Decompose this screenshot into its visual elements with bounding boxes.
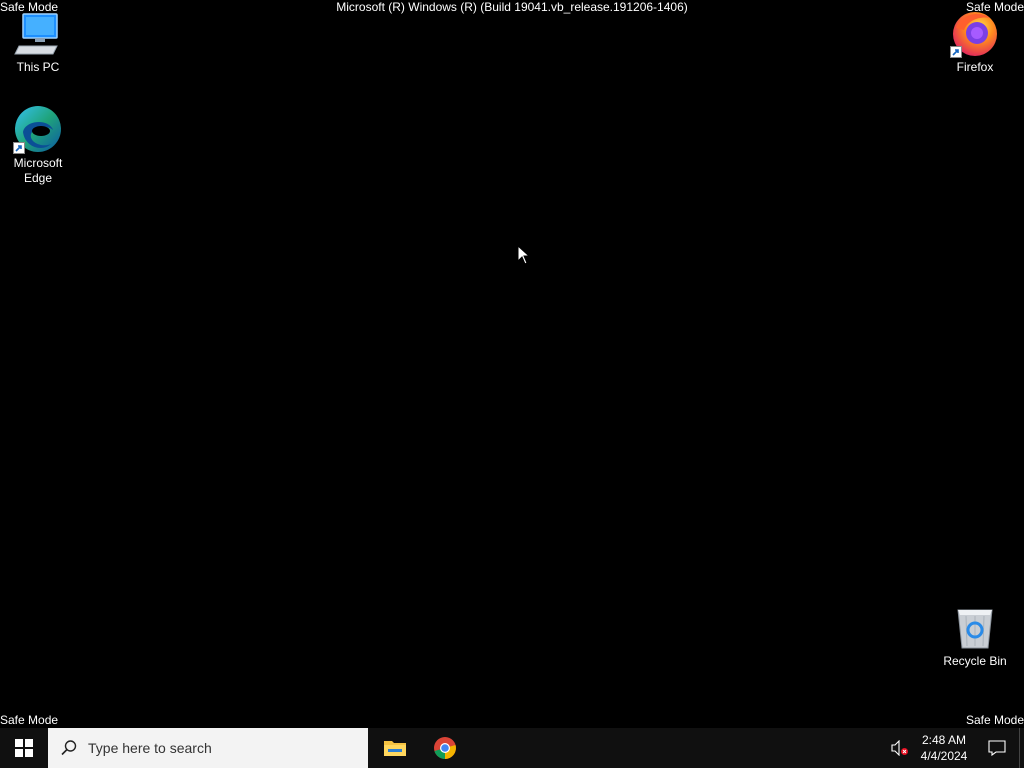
taskbar-search-box[interactable]: Type here to search bbox=[48, 728, 368, 768]
taskbar-clock[interactable]: 2:48 AM 4/4/2024 bbox=[913, 732, 975, 764]
recycle-bin-icon bbox=[950, 602, 1000, 652]
taskbar: Type here to search 2:48 AM 4/4/2024 bbox=[0, 728, 1024, 768]
system-tray: 2:48 AM 4/4/2024 bbox=[887, 728, 1024, 768]
desktop-icon-microsoft-edge[interactable]: Microsoft Edge bbox=[1, 104, 75, 186]
clock-time: 2:48 AM bbox=[921, 733, 967, 747]
search-placeholder: Type here to search bbox=[88, 740, 212, 756]
action-center-button[interactable] bbox=[975, 740, 1019, 756]
chrome-icon bbox=[434, 737, 456, 759]
desktop-icon-label: Recycle Bin bbox=[943, 654, 1007, 668]
show-desktop-button[interactable] bbox=[1019, 728, 1024, 768]
desktop-icon-label: This PC bbox=[16, 60, 60, 74]
safe-mode-label-bottom-right: Safe Mode bbox=[965, 713, 1024, 727]
shortcut-arrow-icon bbox=[950, 46, 962, 58]
file-explorer-icon bbox=[384, 741, 406, 756]
search-icon bbox=[60, 739, 88, 757]
clock-date: 4/4/2024 bbox=[920, 749, 968, 763]
desktop-icon-firefox[interactable]: Firefox bbox=[938, 8, 1012, 75]
volume-muted-icon[interactable] bbox=[887, 740, 913, 756]
windows-logo-icon bbox=[15, 739, 33, 757]
desktop-icon-label: Firefox bbox=[956, 60, 994, 74]
desktop-icon-this-pc[interactable]: This PC bbox=[1, 8, 75, 75]
start-button[interactable] bbox=[0, 728, 48, 768]
edge-icon bbox=[13, 104, 63, 154]
safe-mode-label-bottom-left: Safe Mode bbox=[0, 713, 59, 727]
firefox-icon bbox=[950, 8, 1000, 58]
computer-icon bbox=[13, 8, 63, 58]
desktop-icon-label: Microsoft bbox=[13, 156, 63, 170]
desktop-icon-recycle-bin[interactable]: Recycle Bin bbox=[938, 602, 1012, 669]
desktop-icon-label-line2: Edge bbox=[23, 171, 53, 185]
taskbar-file-explorer[interactable] bbox=[370, 728, 420, 768]
notification-icon bbox=[988, 740, 1006, 756]
mouse-cursor-icon bbox=[517, 244, 531, 270]
shortcut-arrow-icon bbox=[13, 142, 25, 154]
taskbar-chrome[interactable] bbox=[420, 728, 470, 768]
build-watermark: Microsoft (R) Windows (R) (Build 19041.v… bbox=[336, 0, 688, 14]
